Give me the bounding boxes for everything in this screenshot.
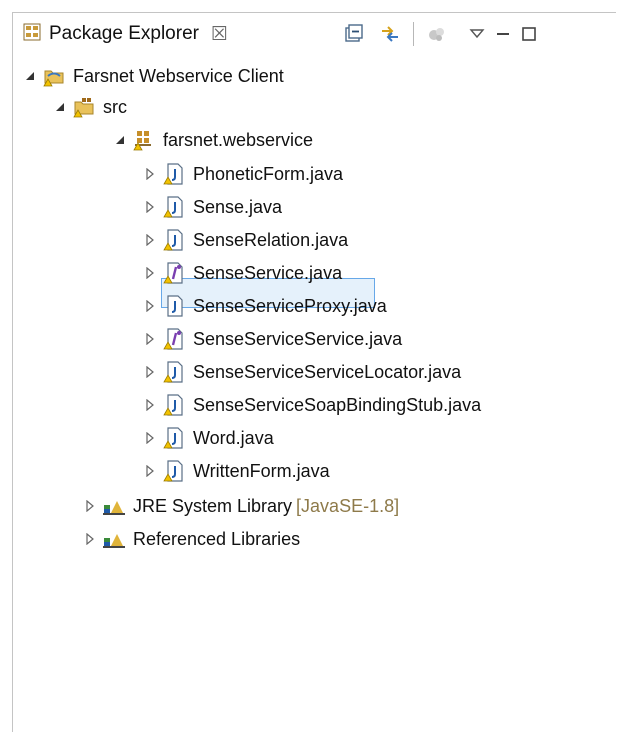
collapse-all-icon[interactable] (341, 21, 367, 47)
library-icon (103, 528, 125, 550)
file-label: Word.java (193, 427, 274, 448)
collapsed-arrow-icon[interactable] (143, 464, 157, 478)
java-class-warning-icon (163, 361, 185, 383)
link-with-editor-icon[interactable] (377, 21, 403, 47)
collapsed-arrow-icon[interactable] (143, 332, 157, 346)
tree-item-src-folder[interactable]: src (53, 92, 127, 122)
jre-library-label: JRE System Library (133, 495, 293, 516)
file-label: SenseService.java (193, 262, 343, 283)
file-label: SenseRelation.java (193, 229, 349, 250)
collapsed-arrow-icon[interactable] (143, 299, 157, 313)
source-folder-warning-icon (73, 96, 95, 118)
java-class-icon (163, 295, 185, 317)
close-view-icon[interactable]: ☒ (211, 23, 228, 46)
tree-item-file[interactable]: WrittenForm.java (143, 456, 330, 486)
library-icon (103, 495, 125, 517)
file-label: Sense.java (193, 196, 283, 217)
tree-item-jre-library[interactable]: JRE System Library [JavaSE-1.8] (83, 491, 399, 521)
tree-item-package[interactable]: farsnet.webservice (113, 125, 313, 155)
java-interface-warning-icon (163, 328, 185, 350)
collapsed-arrow-icon[interactable] (143, 398, 157, 412)
tree-item-file[interactable]: SenseServiceServiceLocator.java (143, 357, 461, 387)
file-label: SenseServiceProxy.java (193, 295, 387, 316)
view-header: Package Explorer ☒ (13, 13, 616, 55)
project-label: Farsnet Webservice Client (73, 65, 284, 86)
maximize-icon[interactable] (516, 21, 542, 47)
java-class-warning-icon (163, 229, 185, 251)
collapsed-arrow-icon[interactable] (143, 266, 157, 280)
java-class-warning-icon (163, 394, 185, 416)
tree-item-project[interactable]: Farsnet Webservice Client (23, 61, 284, 91)
tree-item-file-selected[interactable]: SenseService.java (143, 258, 342, 288)
focus-on-active-task-icon[interactable] (424, 21, 450, 47)
java-class-warning-icon (163, 460, 185, 482)
file-label: WrittenForm.java (193, 460, 330, 481)
view-menu-icon[interactable] (464, 21, 490, 47)
collapsed-arrow-icon[interactable] (83, 532, 97, 546)
file-label: SenseServiceService.java (193, 328, 403, 349)
package-label: farsnet.webservice (163, 129, 314, 150)
collapsed-arrow-icon[interactable] (143, 365, 157, 379)
collapsed-arrow-icon[interactable] (83, 499, 97, 513)
package-explorer-icon (23, 23, 41, 46)
tree-item-file[interactable]: PhoneticForm.java (143, 159, 343, 189)
file-label: SenseServiceSoapBindingStub.java (193, 394, 482, 415)
file-label: PhoneticForm.java (193, 163, 344, 184)
referenced-libraries-label: Referenced Libraries (133, 528, 301, 549)
java-class-warning-icon (163, 163, 185, 185)
tree-item-file[interactable]: SenseServiceService.java (143, 324, 402, 354)
tree-item-file[interactable]: SenseServiceProxy.java (143, 291, 387, 321)
java-class-warning-icon (163, 427, 185, 449)
java-interface-warning-icon (163, 262, 185, 284)
tree-item-file[interactable]: SenseServiceSoapBindingStub.java (143, 390, 481, 420)
jre-version-decoration: [JavaSE-1.8] (296, 495, 400, 516)
package-warning-icon (133, 129, 155, 151)
src-folder-label: src (103, 96, 127, 117)
tree-item-file[interactable]: Word.java (143, 423, 274, 453)
file-label: SenseServiceServiceLocator.java (193, 361, 462, 382)
expanded-arrow-icon[interactable] (53, 100, 67, 114)
tree-item-file[interactable]: Sense.java (143, 192, 282, 222)
java-project-warning-icon (43, 65, 65, 87)
java-class-warning-icon (163, 196, 185, 218)
collapsed-arrow-icon[interactable] (143, 431, 157, 445)
collapsed-arrow-icon[interactable] (143, 233, 157, 247)
toolbar-separator (413, 22, 414, 46)
tree-item-file[interactable]: SenseRelation.java (143, 225, 348, 255)
collapsed-arrow-icon[interactable] (143, 200, 157, 214)
tree-item-referenced-libraries[interactable]: Referenced Libraries (83, 524, 300, 554)
view-title[interactable]: Package Explorer (49, 23, 199, 45)
minimize-icon[interactable] (490, 21, 516, 47)
expanded-arrow-icon[interactable] (113, 133, 127, 147)
collapsed-arrow-icon[interactable] (143, 167, 157, 181)
package-explorer-view: Package Explorer ☒ Farsnet Webservice Cl… (12, 12, 616, 732)
expanded-arrow-icon[interactable] (23, 69, 37, 83)
